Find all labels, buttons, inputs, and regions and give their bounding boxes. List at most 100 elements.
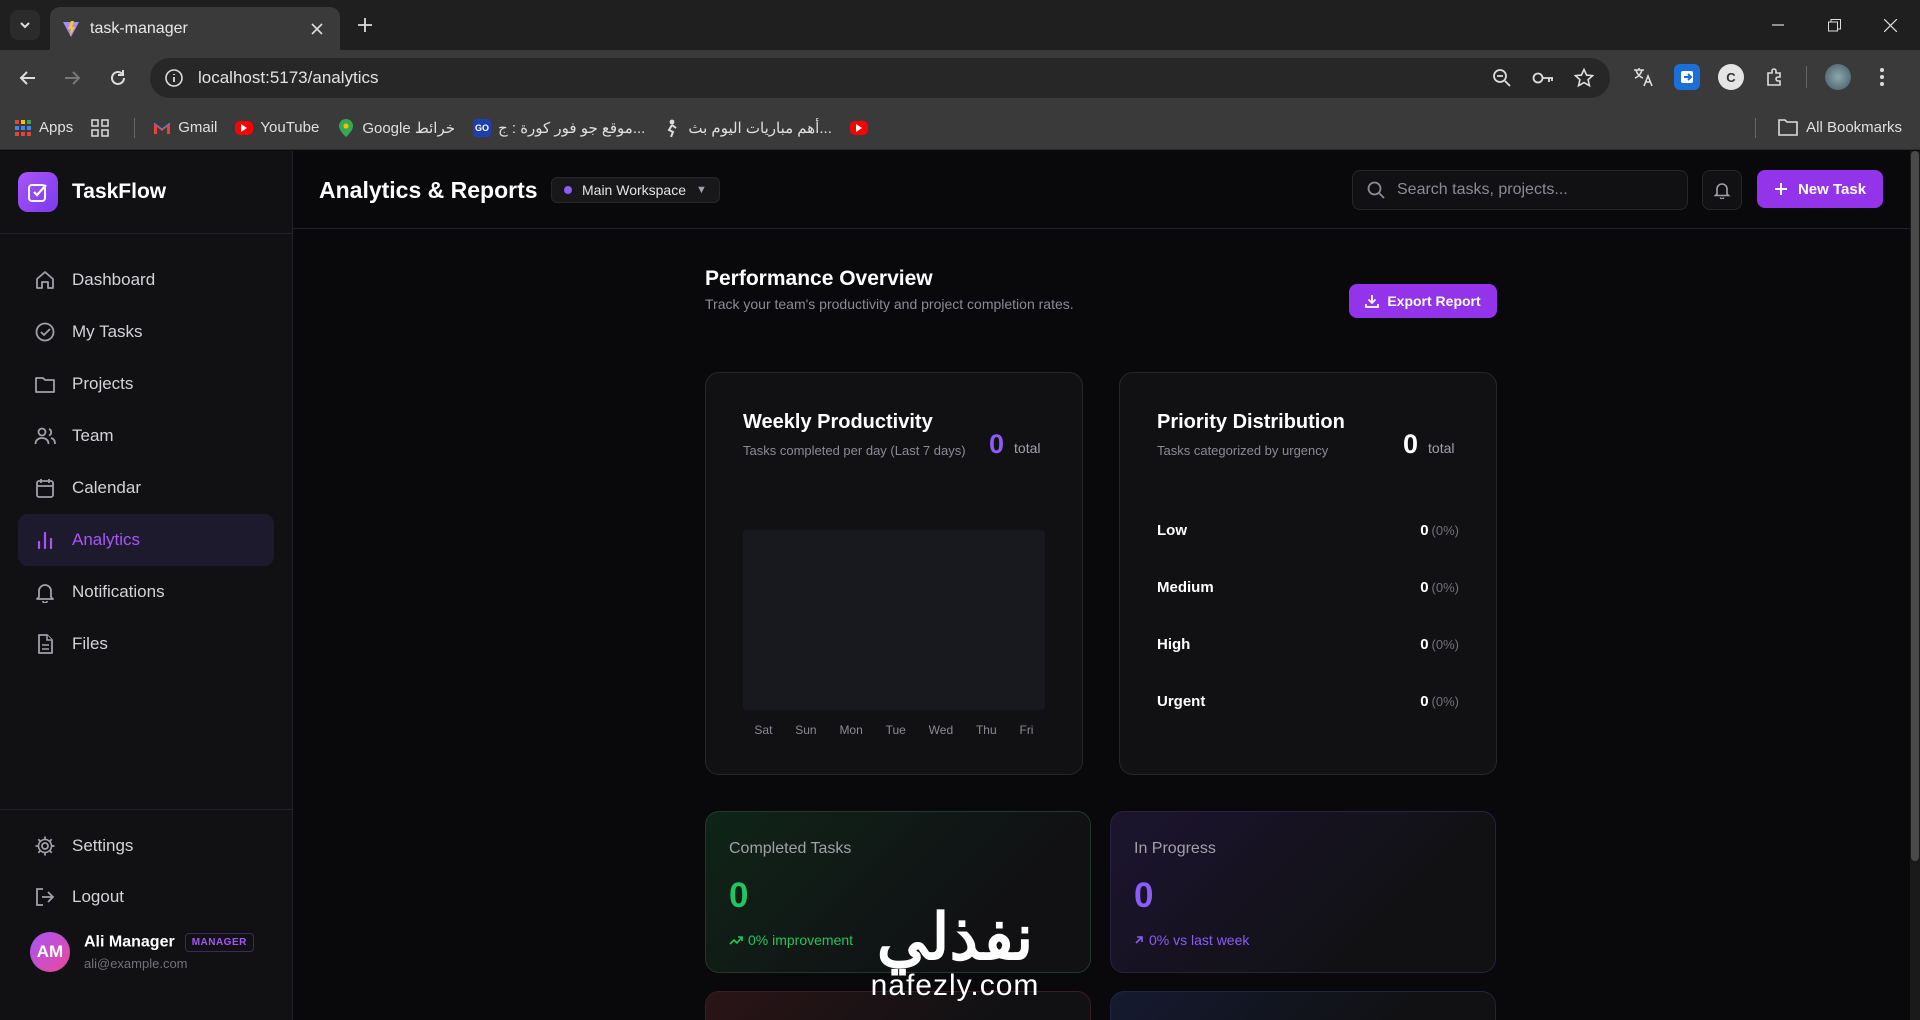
day-label: Sun (795, 723, 817, 737)
sidebar-item-projects[interactable]: Projects (18, 358, 274, 410)
search-input[interactable] (1397, 181, 1677, 199)
search-icon (1367, 181, 1385, 199)
new-tab-button[interactable] (352, 12, 378, 38)
reload-icon (111, 70, 125, 85)
site-info-icon[interactable] (164, 68, 184, 88)
tab-close-icon[interactable] (306, 18, 328, 40)
new-task-button[interactable]: New Task (1757, 170, 1883, 208)
home-icon (36, 271, 54, 289)
priority-row-high: High 0 (0%) (1157, 635, 1459, 653)
forward-button[interactable] (58, 64, 86, 92)
trending-up-icon (729, 936, 743, 945)
brand[interactable]: TaskFlow (0, 151, 292, 234)
settings-link[interactable]: Settings (18, 820, 274, 871)
gear-icon (35, 836, 55, 855)
sidebar-item-files[interactable]: Files (18, 618, 274, 670)
app-root: TaskFlow Dashboard My Tasks Projects Tea… (0, 151, 1920, 1020)
folder-icon (35, 377, 55, 393)
folder-icon (1778, 119, 1798, 136)
profile-avatar[interactable] (1825, 64, 1851, 90)
page-title: Analytics & Reports (319, 177, 538, 203)
reload-button[interactable] (104, 64, 132, 92)
notifications-button[interactable] (1702, 170, 1742, 210)
workspace-selector[interactable]: Main Workspace ▼ (551, 177, 720, 203)
gmail-icon (153, 119, 171, 137)
sidebar-item-notifications[interactable]: Notifications (18, 566, 274, 618)
apps-grid-icon (14, 119, 32, 137)
users-icon (34, 427, 56, 445)
weekly-title: Weekly Productivity (743, 411, 933, 433)
sidebar-item-dashboard[interactable]: Dashboard (18, 254, 274, 306)
bookmark-grid[interactable] (91, 118, 116, 137)
bookmark-youtube-2[interactable] (849, 120, 875, 135)
chevron-down-icon (20, 22, 30, 29)
bookmark-google-maps[interactable]: Google خرائط (337, 118, 455, 137)
sidebar-item-analytics[interactable]: Analytics (18, 514, 274, 566)
browser-toolbar: localhost:5173/analytics C (0, 50, 1920, 106)
minimize-button[interactable] (1750, 0, 1806, 50)
back-button[interactable] (14, 64, 42, 92)
all-bookmarks[interactable]: All Bookmarks (1778, 118, 1902, 136)
browser-menu-icon[interactable] (1869, 64, 1895, 90)
sidebar-footer: Settings Logout AM Ali Manager MANAGER al… (0, 809, 292, 972)
restore-button[interactable] (1806, 0, 1862, 50)
close-window-button[interactable] (1862, 0, 1918, 50)
zoom-out-icon[interactable] (1492, 68, 1512, 88)
weekly-productivity-card: Weekly Productivity Tasks completed per … (705, 372, 1083, 775)
browser-tab[interactable]: task-manager (50, 7, 340, 50)
sidebar-item-my-tasks[interactable]: My Tasks (18, 306, 274, 358)
top-header: Analytics & Reports Main Workspace ▼ New… (293, 151, 1920, 229)
logout-link[interactable]: Logout (18, 871, 274, 922)
priority-row-medium: Medium 0 (0%) (1157, 578, 1459, 596)
sidebar: TaskFlow Dashboard My Tasks Projects Tea… (0, 151, 293, 1020)
day-label: Mon (839, 723, 863, 737)
user-profile[interactable]: AM Ali Manager MANAGER ali@example.com (18, 932, 274, 972)
user-name: Ali Manager (84, 933, 175, 951)
page-scrollbar[interactable] (1910, 151, 1920, 1020)
plus-icon (1774, 183, 1787, 195)
priority-distribution-card: Priority Distribution Tasks categorized … (1119, 372, 1497, 775)
address-bar[interactable]: localhost:5173/analytics (150, 58, 1610, 98)
search-box[interactable] (1352, 170, 1688, 210)
arrow-up-right-icon (1135, 936, 1143, 944)
bar-chart-icon (37, 531, 53, 550)
bell-icon (1713, 183, 1731, 199)
export-report-button[interactable]: Export Report (1349, 284, 1497, 318)
bookmark-goforkora[interactable]: GO موقع جو فور كورة : ج... (473, 118, 645, 137)
priority-subtitle: Tasks categorized by urgency (1157, 443, 1329, 458)
main-area: Analytics & Reports Main Workspace ▼ New… (293, 151, 1920, 1020)
bookmark-youtube[interactable]: YouTube (235, 119, 319, 136)
bookmark-star-icon[interactable] (1574, 68, 1594, 88)
extension-blue-icon[interactable] (1674, 64, 1700, 90)
close-icon (1883, 18, 1897, 32)
stat-trend: 0% improvement (729, 932, 853, 948)
arrow-left-icon (19, 71, 35, 85)
weekly-day-labels: Sat Sun Mon Tue Wed Thu Fri (743, 723, 1045, 737)
bookmark-gmail[interactable]: Gmail (153, 119, 217, 137)
bookmark-apps[interactable]: Apps (14, 119, 73, 137)
download-icon (1365, 295, 1380, 308)
youtube-icon (849, 120, 868, 135)
bookmarks-bar: Apps Gmail YouTube Google خرائط GO موقع … (0, 106, 1920, 150)
day-label: Tue (885, 723, 906, 737)
check-circle-icon (35, 322, 55, 342)
grid-icon (91, 118, 109, 137)
scroll-thumb[interactable] (1911, 151, 1919, 861)
calendar-icon (36, 479, 54, 498)
sidebar-item-calendar[interactable]: Calendar (18, 462, 274, 514)
vite-favicon-icon (63, 20, 79, 37)
file-icon (38, 634, 53, 654)
tab-search-button[interactable] (10, 10, 40, 40)
password-key-icon[interactable] (1532, 68, 1554, 88)
bookmark-matches[interactable]: أهم مباريات اليوم بث... (663, 119, 832, 137)
brand-name: TaskFlow (72, 180, 167, 203)
translate-extension-icon[interactable] (1630, 64, 1656, 90)
caret-down-icon: ▼ (696, 184, 707, 196)
url-text: localhost:5173/analytics (198, 68, 379, 87)
extension-c-icon[interactable]: C (1718, 64, 1744, 90)
avatar: AM (30, 932, 70, 972)
extensions-puzzle-icon[interactable] (1762, 64, 1788, 90)
weekly-chart-area (743, 530, 1045, 710)
sidebar-item-team[interactable]: Team (18, 410, 274, 462)
plus-icon (358, 18, 372, 32)
